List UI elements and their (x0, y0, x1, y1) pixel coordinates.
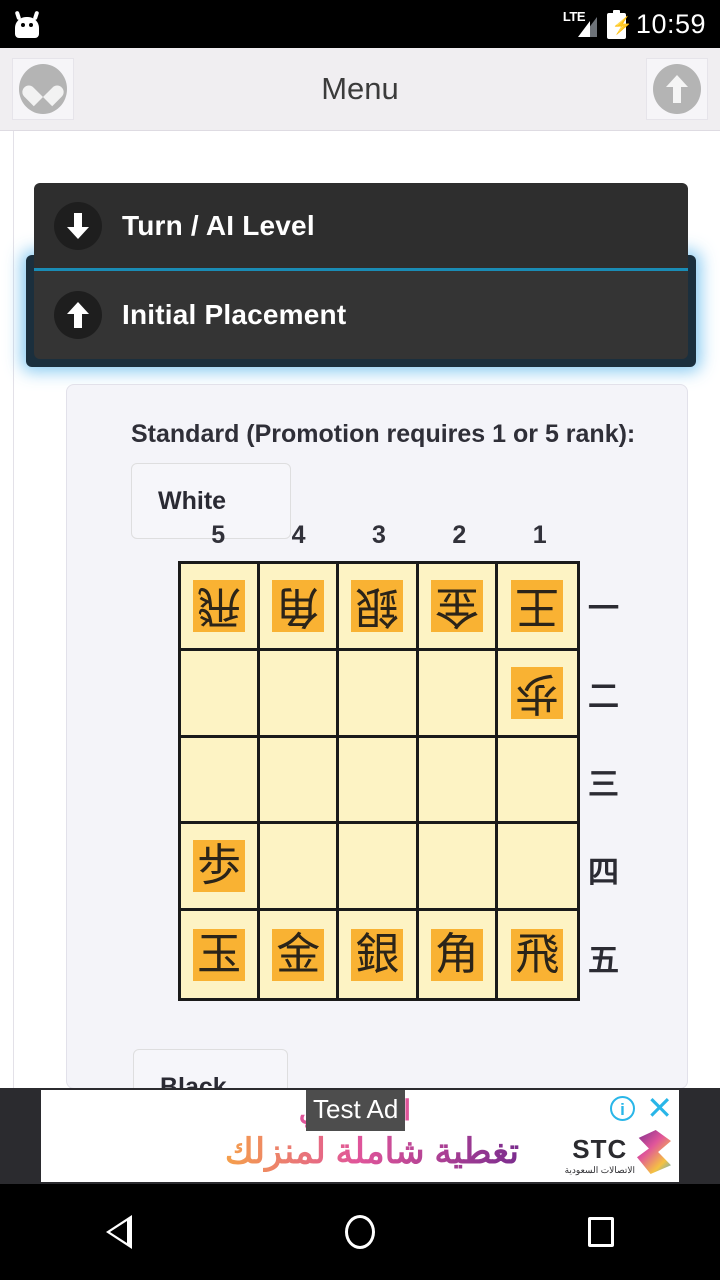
board-square[interactable]: 飛 (497, 911, 577, 998)
rank-label: 四 (588, 854, 619, 891)
board-square[interactable] (339, 737, 419, 825)
rank-labels: 一二三四五 (588, 561, 628, 1001)
board-square[interactable] (418, 650, 498, 738)
board-piece[interactable]: 金 (430, 579, 483, 632)
black-player-button[interactable]: Black (133, 1049, 288, 1088)
board-square[interactable] (418, 824, 498, 912)
board-piece[interactable]: 王 (511, 579, 564, 632)
board-square[interactable] (181, 737, 261, 825)
status-bar-notifications (14, 10, 40, 38)
android-nav-bar (0, 1184, 720, 1280)
file-label: 5 (211, 521, 226, 549)
ad-brand-name: STC (572, 1134, 628, 1164)
shogi-board[interactable]: 飛角銀金王歩歩玉金銀角飛 (178, 561, 580, 1001)
page-title: Menu (321, 71, 399, 106)
board-square[interactable]: 金 (418, 564, 498, 651)
recents-icon[interactable] (587, 1217, 614, 1247)
battery-charging-icon: ⚡ (606, 9, 633, 39)
ad-brand-subtitle: الاتصالات السعودية (564, 1165, 635, 1175)
rank-label: 五 (588, 942, 619, 979)
signal-bars-icon: LTE (563, 9, 597, 38)
board-piece[interactable]: 角 (430, 928, 483, 981)
favorite-button[interactable] (12, 58, 74, 120)
board-square[interactable] (418, 737, 498, 825)
home-icon[interactable] (344, 1215, 375, 1249)
ad-test-label: Test Ad (306, 1090, 406, 1131)
left-divider (13, 131, 14, 1088)
rank-label: 一 (588, 590, 619, 627)
board-square[interactable]: 金 (260, 911, 340, 998)
board-square[interactable] (260, 824, 340, 912)
board-square[interactable]: 王 (497, 564, 577, 651)
board-square[interactable] (497, 737, 577, 825)
board-square[interactable]: 銀 (339, 911, 419, 998)
file-label: 1 (532, 521, 547, 549)
rank-label: 三 (588, 766, 619, 803)
black-player-label: Black (160, 1072, 227, 1089)
board-piece[interactable]: 銀 (351, 928, 404, 981)
board-piece[interactable]: 歩 (511, 666, 564, 719)
board-square[interactable]: 角 (260, 564, 340, 651)
board-square[interactable] (339, 824, 419, 912)
ad-brand-mark-icon (637, 1130, 671, 1174)
shogi-board-wrapper: 54321 飛角銀金王歩歩玉金銀角飛 一二三四五 (178, 521, 619, 1001)
screen: LTE ⚡ 10:59 Menu Turn / AI Level Initial… (0, 0, 720, 1280)
ad-brand-logo: STC الاتصالات السعودية (565, 1134, 635, 1176)
ad-info-icon[interactable]: i (610, 1096, 635, 1121)
board-square[interactable] (497, 824, 577, 912)
board-square[interactable]: 玉 (181, 911, 261, 998)
arrow-up-circle-icon (653, 64, 701, 114)
arrow-up-circle-icon (54, 291, 102, 339)
board-square[interactable]: 飛 (181, 564, 261, 651)
file-label: 4 (291, 521, 306, 549)
board-piece[interactable]: 銀 (351, 579, 404, 632)
status-bar-system-icons: LTE ⚡ 10:59 (563, 9, 706, 40)
status-bar: LTE ⚡ 10:59 (0, 0, 720, 48)
board-piece[interactable]: 金 (272, 928, 325, 981)
ad-close-icon[interactable]: ✕ (646, 1092, 673, 1124)
placement-variant-label: Standard (Promotion requires 1 or 5 rank… (131, 420, 636, 448)
status-bar-clock: 10:59 (635, 8, 706, 39)
board-square[interactable] (260, 737, 340, 825)
arrow-down-circle-icon (54, 201, 102, 250)
board-square[interactable]: 銀 (339, 564, 419, 651)
board-piece[interactable]: 飛 (193, 579, 246, 632)
board-piece[interactable]: 玉 (193, 928, 246, 981)
board-square[interactable] (339, 650, 419, 738)
accordion-item-turn-ai-level[interactable]: Turn / AI Level (34, 183, 688, 271)
board-piece[interactable]: 歩 (193, 840, 246, 893)
board-square[interactable]: 角 (418, 911, 498, 998)
board-square[interactable] (260, 650, 340, 738)
android-head-icon (14, 10, 40, 38)
rank-label: 二 (588, 678, 619, 715)
white-player-label: White (158, 486, 227, 515)
heart-icon (19, 64, 67, 114)
back-icon[interactable] (106, 1215, 133, 1249)
ad-subheadline: تغطية شاملة لمنزلك (224, 1132, 519, 1171)
content-area: Turn / AI Level Initial Placement Standa… (0, 131, 720, 1088)
board-square[interactable] (181, 650, 261, 738)
board-piece[interactable]: 飛 (511, 928, 564, 981)
board-square[interactable]: 歩 (497, 650, 577, 738)
accordion-item-initial-placement[interactable]: Initial Placement (34, 271, 688, 359)
app-bar: Menu (0, 48, 720, 131)
accordion: Turn / AI Level Initial Placement (34, 183, 688, 359)
scroll-up-button[interactable] (646, 58, 708, 120)
board-square[interactable]: 歩 (181, 824, 261, 912)
accordion-item-label: Turn / AI Level (122, 209, 315, 241)
ad-banner[interactable]: الواي فاي تغطية شاملة لمنزلك STC الاتصال… (0, 1088, 720, 1184)
file-label: 2 (452, 521, 467, 549)
file-labels: 5 4 3 2 1 (178, 521, 580, 550)
file-label: 3 (372, 521, 386, 549)
board-piece[interactable]: 角 (272, 579, 325, 632)
accordion-item-label: Initial Placement (122, 299, 347, 330)
